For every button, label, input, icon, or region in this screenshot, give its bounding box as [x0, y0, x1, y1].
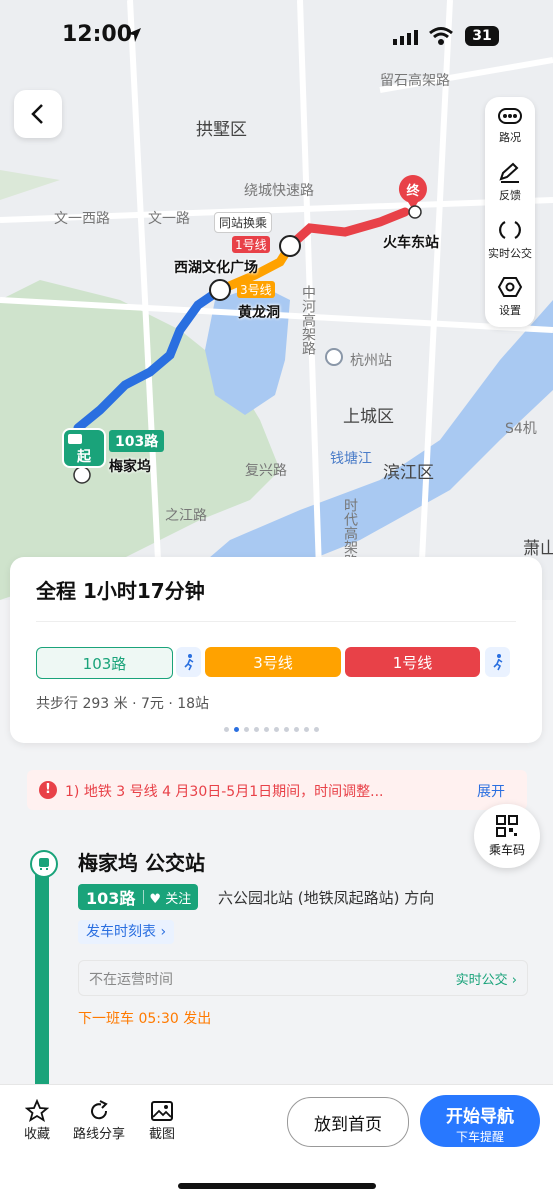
follow-button[interactable]: ♥ 关注	[144, 888, 198, 907]
share-icon	[91, 1100, 108, 1120]
station-xihu-label: 西湖文化广场	[174, 260, 258, 276]
river-label: 钱塘江	[330, 451, 372, 467]
settings-icon	[497, 276, 523, 297]
expand-link[interactable]: 展开	[477, 781, 505, 801]
next-bus-text: 下一班车 05:30 发出	[78, 1011, 212, 1027]
service-notice[interactable]: ! 1) 地铁 3 号线 4 月30日-5月1日期间，时间调整... 展开	[27, 770, 527, 810]
back-button[interactable]	[14, 90, 62, 138]
district-label: 拱墅区	[196, 120, 247, 140]
route-track-line	[35, 872, 49, 1090]
timetable-label: 发车时刻表	[86, 924, 156, 940]
map-canvas	[0, 0, 553, 600]
segment-line1: 1号线	[345, 647, 480, 677]
settings-button[interactable]: 设置	[485, 268, 535, 324]
timetable-link[interactable]: 发车时刻表 ›	[78, 920, 175, 944]
road-label: S4机	[505, 421, 537, 437]
chevron-left-icon	[31, 104, 43, 124]
bus-route-tag: 103路	[109, 430, 165, 452]
road-label: 文一路	[148, 211, 190, 227]
transfer-tag: 同站换乘	[214, 212, 273, 233]
star-icon	[25, 1099, 49, 1122]
share-label: 路线分享	[73, 1127, 126, 1142]
realtime-link[interactable]: 实时公交 ›	[456, 969, 517, 988]
district-label: 萧山	[523, 539, 553, 559]
station-end-label: 火车东站	[383, 235, 439, 251]
segment-bus: 103路	[36, 647, 173, 679]
battery-icon: 31	[465, 26, 499, 46]
tool-label: 设置	[499, 303, 521, 317]
page-indicator[interactable]	[224, 727, 319, 732]
end-marker: 终	[406, 184, 420, 199]
realtime-bus-button[interactable]: 实时公交	[485, 211, 535, 267]
walk-icon	[485, 647, 510, 677]
nav-label: 开始导航	[446, 1107, 514, 1127]
start-marker-label: 起	[77, 449, 91, 465]
favorite-button[interactable]: 收藏	[24, 1099, 50, 1142]
start-marker: 起	[62, 428, 106, 468]
feedback-button[interactable]: 反馈	[485, 154, 535, 210]
map-view[interactable]: 拱墅区 上城区 滨江区 萧山 文一西路 文一路 绕城快速路 留石高架路 中河高架…	[0, 0, 553, 600]
realtime-bus-icon	[499, 220, 521, 239]
line3-tag: 3号线	[237, 281, 275, 298]
alert-icon: !	[39, 781, 57, 799]
hangzhou-station-label: 杭州站	[350, 353, 392, 369]
share-route-button[interactable]: 路线分享	[73, 1099, 125, 1142]
district-label: 上城区	[343, 407, 394, 427]
line1-tag: 1号线	[232, 236, 270, 253]
notice-text: 1) 地铁 3 号线 4 月30日-5月1日期间，时间调整...	[65, 784, 384, 800]
not-running-text: 不在运营时间	[89, 972, 173, 988]
map-tools-panel: 路况 反馈 实时公交 设置	[485, 97, 535, 327]
road-label: 复兴路	[245, 463, 287, 479]
total-time-title: 全程 1小时17分钟	[36, 579, 205, 603]
route-badge[interactable]: 103路 ♥ 关注	[78, 884, 199, 910]
tool-label: 实时公交	[488, 246, 532, 260]
favorite-label: 收藏	[24, 1127, 51, 1142]
tool-label: 反馈	[499, 188, 521, 202]
stop-detail: 梅家坞 公交站 103路 ♥ 关注 六公园北站 (地铁凤起路站) 方向 发车时刻…	[0, 830, 553, 1090]
road-label: 之江路	[165, 508, 207, 524]
stop-name: 梅家坞 公交站	[78, 851, 205, 875]
traffic-icon	[498, 107, 522, 124]
station-huanglong-label: 黄龙洞	[238, 305, 280, 321]
road-label: 绕城快速路	[244, 183, 314, 199]
add-to-home-button[interactable]: 放到首页	[287, 1097, 409, 1147]
traffic-button[interactable]: 路况	[485, 97, 535, 153]
tool-label: 路况	[499, 130, 521, 144]
screenshot-label: 截图	[149, 1127, 176, 1142]
bus-stop-icon	[30, 850, 58, 878]
screenshot-button[interactable]: 截图	[149, 1099, 175, 1142]
follow-label: 关注	[165, 891, 192, 907]
status-time: 12:00	[62, 22, 133, 47]
road-label: 中河高架路	[300, 285, 316, 355]
walk-icon	[176, 647, 201, 677]
bus-icon	[68, 434, 82, 444]
divider	[36, 621, 516, 622]
realtime-label: 实时公交	[455, 973, 508, 988]
district-label: 滨江区	[383, 463, 434, 483]
feedback-icon	[499, 162, 519, 183]
segment-line3: 3号线	[205, 647, 341, 677]
route-stats: 共步行 293 米 · 7元 · 18站	[36, 696, 210, 712]
image-icon	[151, 1101, 173, 1121]
status-bar: 12:00 31	[0, 0, 553, 75]
station-start-label: 梅家坞	[109, 459, 151, 475]
realtime-status-box[interactable]: 不在运营时间 实时公交 ›	[78, 960, 528, 996]
direction-text: 六公园北站 (地铁凤起路站) 方向	[218, 889, 435, 907]
route-summary-card[interactable]: 全程 1小时17分钟 103路 3号线 1号线 共步行 293 米 · 7元 ·…	[10, 557, 542, 743]
home-indicator	[178, 1183, 376, 1189]
start-navigation-button[interactable]: 开始导航 下车提醒	[420, 1095, 540, 1147]
road-label: 文一西路	[54, 211, 110, 227]
route-number: 103路	[86, 889, 136, 908]
nav-sublabel: 下车提醒	[455, 1130, 504, 1144]
